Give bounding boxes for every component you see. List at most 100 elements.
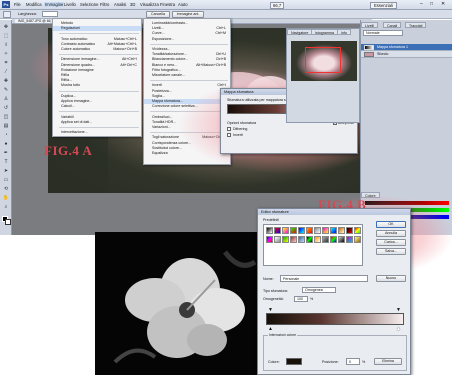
- gradient-icon[interactable]: ▤: [2, 123, 10, 130]
- dodge-icon[interactable]: ●: [2, 141, 10, 148]
- stamp-icon[interactable]: ♙: [2, 96, 10, 103]
- shape-icon[interactable]: ▭: [2, 177, 10, 184]
- navigator-view-box[interactable]: [305, 47, 341, 73]
- magic-wand-icon[interactable]: ✧: [2, 51, 10, 58]
- color-stop-icon[interactable]: ▲: [396, 326, 401, 332]
- gradient-preset-swatch[interactable]: [290, 227, 297, 234]
- menu-file[interactable]: File: [14, 2, 21, 7]
- layer-row[interactable]: Sfondo: [361, 51, 452, 58]
- name-input[interactable]: Personale: [280, 275, 368, 282]
- front-image-button[interactable]: Immagine ant.: [172, 11, 204, 18]
- gradient-preset-swatch[interactable]: [282, 227, 289, 234]
- hand-icon[interactable]: ✋: [2, 195, 10, 202]
- gradient-preset-swatch[interactable]: [290, 236, 297, 243]
- tab-histogram[interactable]: Istogramma: [311, 29, 338, 35]
- tab-paths[interactable]: Tracciati: [405, 22, 427, 28]
- new-button[interactable]: Nuovo: [376, 275, 406, 282]
- marquee-tool-icon[interactable]: ⬚: [2, 33, 10, 40]
- dither-checkbox[interactable]: [227, 127, 231, 131]
- clear-button[interactable]: Cancella: [146, 11, 170, 18]
- gradient-preset-swatch[interactable]: [266, 236, 273, 243]
- gradient-preset-swatch[interactable]: [338, 227, 345, 234]
- history-brush-icon[interactable]: ↺: [2, 105, 10, 112]
- color-stop-icon[interactable]: ▲: [268, 326, 273, 332]
- move-tool-icon[interactable]: ✥: [2, 24, 10, 31]
- crop-icon[interactable]: ⌗: [2, 60, 10, 67]
- eyedropper-icon[interactable]: ⁄: [2, 69, 10, 76]
- brush-icon[interactable]: ✎: [2, 87, 10, 94]
- gradient-preset-swatch[interactable]: [322, 227, 329, 234]
- menu-immagine[interactable]: Immagine: [44, 2, 65, 7]
- menu-livello[interactable]: Livello: [64, 2, 76, 7]
- type-icon[interactable]: T: [2, 159, 10, 166]
- pen-icon[interactable]: ✒: [2, 150, 10, 157]
- blend-mode-select[interactable]: Normale: [363, 30, 403, 36]
- zoom-tool-icon[interactable]: ⌕: [2, 204, 10, 211]
- menu-filtro[interactable]: Filtro: [100, 2, 109, 7]
- gradient-preset-swatch[interactable]: [330, 227, 337, 234]
- gradient-preset-swatch[interactable]: [266, 227, 273, 234]
- stop-color-swatch[interactable]: [286, 358, 302, 365]
- menu-item[interactable]: Regolazioni: [53, 26, 141, 32]
- tab-layers[interactable]: Livelli: [361, 22, 378, 28]
- zoom-field[interactable]: 66,7: [270, 2, 285, 9]
- lasso-tool-icon[interactable]: ℓ: [2, 42, 10, 49]
- menu-item[interactable]: Calcoli...: [53, 104, 141, 109]
- width-input[interactable]: [42, 11, 58, 17]
- gradient-preset-swatch[interactable]: [338, 236, 345, 243]
- layer-row[interactable]: Mappa sfumatura 1: [361, 44, 452, 51]
- menu-item[interactable]: Applica set di dati...: [53, 120, 141, 125]
- gradient-preset-swatch[interactable]: [354, 236, 361, 243]
- gradient-preset-swatch[interactable]: [306, 236, 313, 243]
- path-select-icon[interactable]: ➤: [2, 168, 10, 175]
- reverse-checkbox[interactable]: [227, 133, 231, 137]
- ok-button[interactable]: OK: [376, 221, 406, 228]
- tab-info[interactable]: Info: [337, 29, 351, 35]
- gradient-preset-swatch[interactable]: [346, 236, 353, 243]
- menu-item[interactable]: Esposizione...: [144, 37, 230, 42]
- gradient-preset-swatch[interactable]: [322, 236, 329, 243]
- load-button[interactable]: Carica...: [376, 239, 406, 246]
- app-logo-icon[interactable]: Ps: [2, 1, 10, 8]
- menu-item[interactable]: Colore automatico Maiusc+Ctrl+B: [53, 47, 141, 52]
- cancel-button[interactable]: Annulla: [376, 230, 406, 237]
- menu-selezione[interactable]: Selezione: [80, 2, 98, 7]
- save-button[interactable]: Salva...: [376, 248, 406, 255]
- gradient-preset-swatch[interactable]: [274, 227, 281, 234]
- gradient-bar[interactable]: [266, 313, 404, 325]
- menu-analisi[interactable]: Analisi: [114, 2, 126, 7]
- gradient-preset-swatch[interactable]: [354, 227, 361, 234]
- delete-button[interactable]: Elimina: [374, 358, 402, 365]
- close-icon[interactable]: ✕: [441, 1, 445, 7]
- menu-aiuto[interactable]: Aiuto: [178, 2, 188, 7]
- gradient-preset-swatch[interactable]: [306, 227, 313, 234]
- smoothness-input[interactable]: 100: [294, 296, 308, 302]
- menu-item[interactable]: Miscelatore canale...: [144, 73, 230, 78]
- 3d-rotate-icon[interactable]: ⟲: [2, 186, 10, 193]
- gradient-preset-swatch[interactable]: [298, 227, 305, 234]
- gradient-preset-swatch[interactable]: [314, 236, 321, 243]
- gradient-type-select[interactable]: Omogenea: [302, 287, 336, 293]
- crop-tool-icon[interactable]: [3, 11, 11, 18]
- blur-icon[interactable]: ◔: [2, 132, 10, 139]
- navigator-thumbnail[interactable]: [291, 41, 357, 81]
- menu-3d[interactable]: 3D: [130, 2, 135, 7]
- gradient-preset-swatch[interactable]: [346, 227, 353, 234]
- background-color-swatch[interactable]: [5, 219, 11, 225]
- gradient-preset-swatch[interactable]: [282, 236, 289, 243]
- tab-channels[interactable]: Canali: [383, 22, 402, 28]
- eraser-icon[interactable]: ◫: [2, 114, 10, 121]
- tab-navigator[interactable]: Navigatore: [287, 29, 313, 35]
- healing-icon[interactable]: ✚: [2, 78, 10, 85]
- minimize-icon[interactable]: –: [420, 1, 423, 7]
- menu-item[interactable]: Mostra tutto: [53, 83, 141, 88]
- maximize-icon[interactable]: □: [430, 1, 433, 7]
- gradient-preset-swatch[interactable]: [274, 236, 281, 243]
- workspace-select[interactable]: Essenziali: [370, 2, 397, 9]
- gradient-preset-swatch[interactable]: [330, 236, 337, 243]
- location-input[interactable]: 0: [346, 358, 360, 365]
- menu-visualizza[interactable]: Visualizza: [140, 2, 159, 7]
- menu-item[interactable]: Intercettazione...: [53, 130, 141, 135]
- gradient-preset-swatch[interactable]: [314, 227, 321, 234]
- menu-finestra[interactable]: Finestra: [160, 2, 175, 7]
